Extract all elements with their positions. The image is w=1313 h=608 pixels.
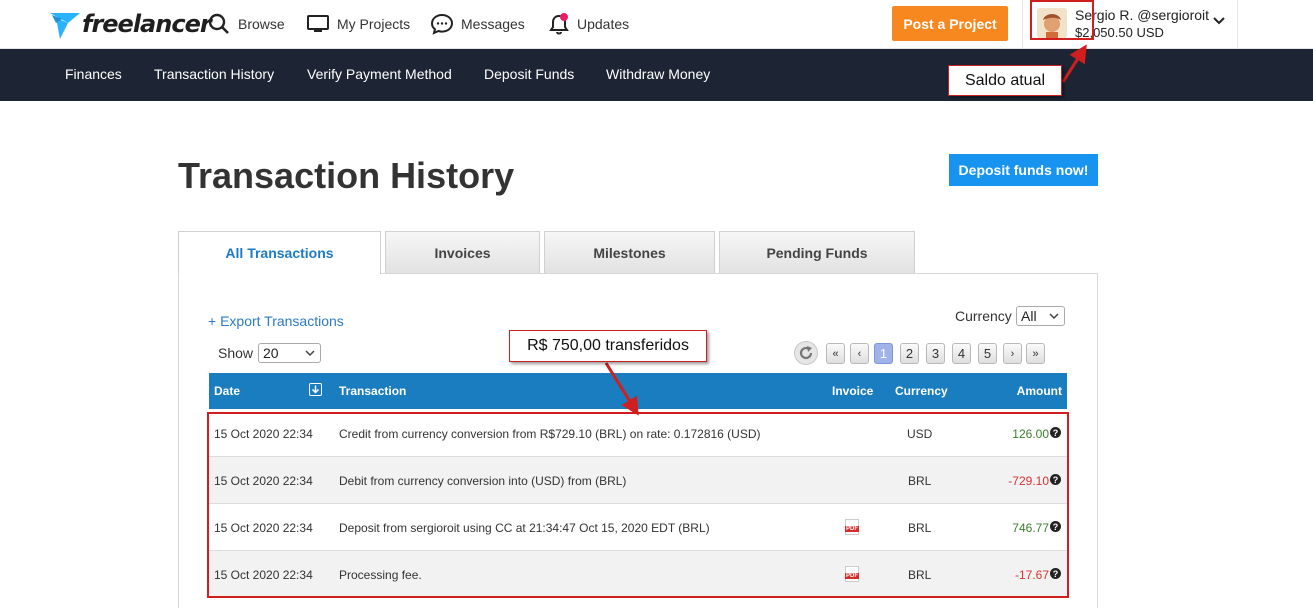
nav-messages[interactable]: Messages: [431, 12, 525, 36]
show-label: Show: [218, 345, 254, 361]
pagination-page-2[interactable]: 2: [900, 343, 919, 364]
col-invoice: Invoice: [832, 384, 874, 398]
highlight-frame-balance: [1030, 0, 1094, 40]
subnav-verify-payment-method[interactable]: Verify Payment Method: [307, 66, 452, 82]
subnav-withdraw-money[interactable]: Withdraw Money: [606, 66, 710, 82]
pagination-page-4[interactable]: 4: [952, 343, 971, 364]
table-header: Date Transaction Invoice Currency Amount: [209, 373, 1067, 409]
col-currency: Currency: [895, 384, 948, 398]
balance-callout: Saldo atual: [948, 65, 1062, 96]
col-date[interactable]: Date: [214, 384, 240, 398]
col-amount: Amount: [1016, 384, 1062, 398]
page-title: Transaction History: [178, 155, 515, 196]
highlight-frame-transactions: [207, 412, 1069, 598]
currency-select-value: All: [1021, 308, 1037, 324]
transfer-callout: R$ 750,00 transferidos: [509, 330, 707, 362]
tab-pending-funds[interactable]: Pending Funds: [719, 231, 915, 273]
nav-updates[interactable]: Updates: [549, 12, 629, 36]
nav-browse-label: Browse: [238, 16, 285, 32]
search-icon: [208, 13, 229, 34]
export-transactions-link[interactable]: + Export Transactions: [208, 313, 344, 329]
logo-text: freelancer: [82, 10, 212, 38]
nav-updates-label: Updates: [577, 16, 630, 32]
refresh-button[interactable]: [794, 341, 818, 365]
tab-milestones[interactable]: Milestones: [544, 231, 715, 273]
nav-my-projects[interactable]: My Projects: [307, 12, 410, 36]
nav-my-projects-label: My Projects: [337, 16, 411, 32]
subnav-transaction-history[interactable]: Transaction History: [154, 66, 274, 82]
subnav-deposit-funds[interactable]: Deposit Funds: [484, 66, 574, 82]
pagination-page-1[interactable]: 1: [874, 343, 893, 364]
post-project-button[interactable]: Post a Project: [892, 6, 1008, 41]
deposit-funds-button[interactable]: Deposit funds now!: [949, 154, 1098, 186]
monitor-icon: [307, 15, 329, 32]
freelancer-logo[interactable]: freelancer: [50, 8, 212, 40]
tab-all-transactions[interactable]: All Transactions: [178, 231, 381, 274]
col-transaction: Transaction: [339, 384, 407, 398]
pagination-page-5[interactable]: 5: [978, 343, 997, 364]
nav-messages-label: Messages: [461, 16, 525, 32]
chat-icon: [431, 13, 453, 35]
chevron-down-icon: [1049, 313, 1059, 320]
currency-label: Currency: [955, 308, 1012, 324]
user-name: Sergio R. @sergioroit: [1075, 7, 1210, 23]
currency-select[interactable]: All: [1016, 306, 1065, 326]
page-size-select[interactable]: 20: [258, 343, 321, 363]
page-size-value: 20: [263, 345, 279, 361]
chevron-down-icon: [305, 350, 315, 357]
pagination-next[interactable]: ›: [1003, 343, 1022, 364]
pagination-page-3[interactable]: 3: [926, 343, 945, 364]
pagination-prev[interactable]: ‹: [850, 343, 869, 364]
refresh-icon: [799, 346, 813, 360]
bird-logo-icon: [50, 13, 80, 39]
pagination-last[interactable]: »: [1026, 343, 1045, 364]
subnav-finances[interactable]: Finances: [65, 66, 122, 82]
sort-down-icon[interactable]: [309, 383, 322, 396]
finance-subnav: Finances Transaction History Verify Paym…: [0, 49, 1313, 101]
top-header: freelancer Browse My Projects Messages U…: [0, 0, 1313, 49]
pagination-first[interactable]: «: [826, 343, 845, 364]
notification-dot: [560, 13, 568, 21]
tab-invoices[interactable]: Invoices: [385, 231, 540, 273]
nav-browse[interactable]: Browse: [208, 12, 285, 36]
chevron-down-icon[interactable]: [1213, 16, 1225, 26]
